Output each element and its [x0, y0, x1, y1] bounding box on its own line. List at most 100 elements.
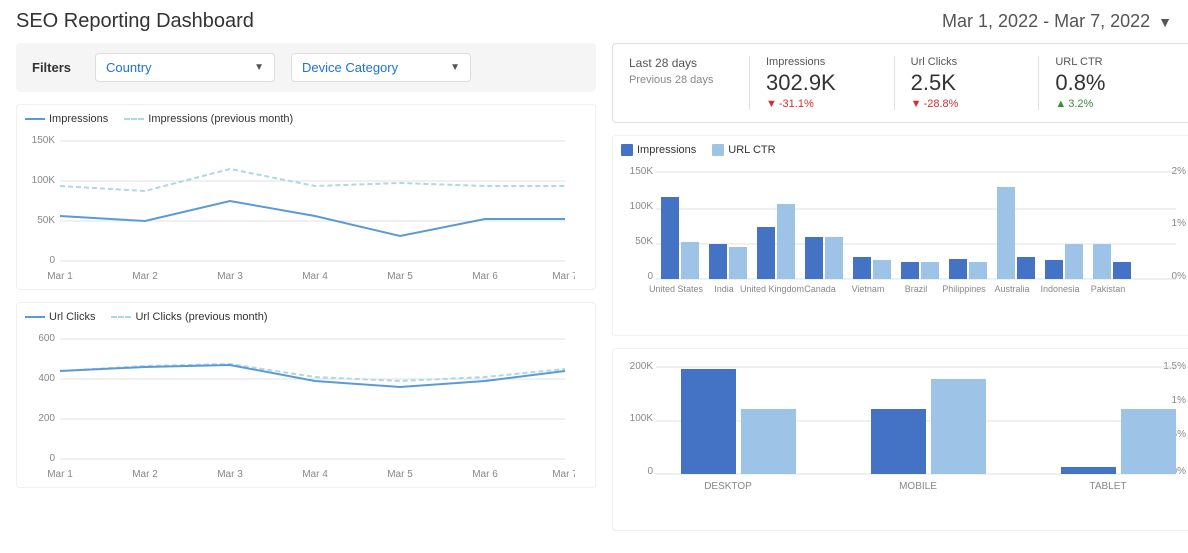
impressions-stat-change: -31.1% — [766, 98, 878, 110]
stat-impressions: Impressions 302.9K -31.1% — [749, 56, 894, 110]
svg-text:Canada: Canada — [804, 284, 836, 294]
page-title: SEO Reporting Dashboard — [16, 10, 254, 33]
impressions-line-icon — [25, 118, 45, 120]
stats-card: Last 28 days Previous 28 days Impression… — [612, 43, 1188, 123]
urlclicks-legend-label: Url Clicks — [49, 311, 95, 323]
main-content: Filters Country ▼ Device Category ▼ Impr… — [16, 43, 1172, 543]
svg-text:Mar 3: Mar 3 — [217, 271, 243, 281]
filters-section: Filters Country ▼ Device Category ▼ — [16, 43, 596, 92]
country-urlctr-legend: URL CTR — [712, 144, 775, 156]
urlclicks-legend: Url Clicks Url Clicks (previous month) — [25, 311, 587, 323]
svg-text:200: 200 — [38, 413, 55, 424]
impressions-prev-line-icon — [124, 118, 144, 120]
svg-text:Mar 3: Mar 3 — [217, 469, 243, 479]
svg-text:100K: 100K — [630, 413, 654, 424]
urlclicks-legend-item: Url Clicks — [25, 311, 95, 323]
impressions-stat-value: 302.9K — [766, 70, 878, 96]
right-panel: Last 28 days Previous 28 days Impression… — [612, 43, 1188, 543]
urlclicks-svg: 600 400 200 0 Mar 1 Mar 2 Mar 3 Mar 4 — [25, 329, 575, 479]
svg-text:United Kingdom: United Kingdom — [740, 284, 804, 294]
svg-text:0: 0 — [49, 255, 55, 266]
svg-text:0: 0 — [647, 466, 653, 477]
svg-text:Mar 2: Mar 2 — [132, 469, 158, 479]
country-urlctr-label: URL CTR — [728, 144, 775, 156]
svg-text:Philippines: Philippines — [942, 284, 986, 294]
impressions-down-arrow — [766, 98, 779, 110]
device-category-filter[interactable]: Device Category ▼ — [291, 53, 471, 82]
stats-period-sub: Previous 28 days — [629, 74, 749, 86]
urlclicks-chart: Url Clicks Url Clicks (previous month) 6… — [16, 302, 596, 488]
svg-text:50K: 50K — [635, 236, 653, 247]
svg-text:Indonesia: Indonesia — [1040, 284, 1079, 294]
impressions-legend: Impressions Impressions (previous month) — [25, 113, 587, 125]
svg-text:600: 600 — [38, 333, 55, 344]
stat-urlclicks: Url Clicks 2.5K -28.8% — [894, 56, 1039, 110]
impressions-chart: Impressions Impressions (previous month)… — [16, 104, 596, 290]
urlclicks-prev-legend-label: Url Clicks (previous month) — [135, 311, 267, 323]
svg-text:Pakistan: Pakistan — [1091, 284, 1126, 294]
urlclicks-stat-change: -28.8% — [911, 98, 1023, 110]
svg-text:1%: 1% — [1172, 218, 1187, 229]
impressions-legend-label: Impressions — [49, 113, 108, 125]
urlctr-stat-change: 3.2% — [1055, 98, 1167, 110]
svg-text:400: 400 — [38, 373, 55, 384]
svg-text:50K: 50K — [37, 215, 55, 226]
svg-text:150K: 150K — [32, 135, 56, 146]
svg-text:0%: 0% — [1172, 271, 1187, 282]
svg-text:Mar 6: Mar 6 — [472, 271, 498, 281]
svg-text:Mar 6: Mar 6 — [472, 469, 498, 479]
svg-text:United States: United States — [649, 284, 704, 294]
svg-text:Mar 4: Mar 4 — [302, 469, 328, 479]
urlctr-stat-value: 0.8% — [1055, 70, 1167, 96]
impressions-prev-legend-label: Impressions (previous month) — [148, 113, 293, 125]
impressions-legend-item: Impressions — [25, 113, 108, 125]
device-bar-svg: 200K 100K 0 1.5% 1% 0.5% 0% — [621, 357, 1188, 522]
svg-text:Mar 1: Mar 1 — [47, 271, 73, 281]
svg-text:Mar 2: Mar 2 — [132, 271, 158, 281]
svg-text:India: India — [714, 284, 734, 294]
svg-text:DESKTOP: DESKTOP — [704, 481, 752, 492]
urlclicks-stat-label: Url Clicks — [911, 56, 1023, 68]
impressions-prev-legend-item: Impressions (previous month) — [124, 113, 293, 125]
svg-text:Mar 1: Mar 1 — [47, 469, 73, 479]
svg-text:100K: 100K — [630, 201, 654, 212]
svg-text:Brazil: Brazil — [905, 284, 928, 294]
svg-text:1%: 1% — [1172, 395, 1187, 406]
urlclicks-prev-legend-item: Url Clicks (previous month) — [111, 311, 267, 323]
svg-text:0: 0 — [49, 453, 55, 464]
svg-text:MOBILE: MOBILE — [899, 481, 937, 492]
dashboard: SEO Reporting Dashboard Mar 1, 2022 - Ma… — [0, 0, 1188, 553]
urlclicks-down-arrow — [911, 98, 924, 110]
header: SEO Reporting Dashboard Mar 1, 2022 - Ma… — [16, 10, 1172, 33]
device-dropdown-arrow: ▼ — [450, 62, 460, 73]
urlclicks-prev-line-icon — [111, 316, 131, 318]
country-filter-value: Country — [106, 60, 152, 75]
country-dropdown-arrow: ▼ — [254, 62, 264, 73]
urlclicks-stat-value: 2.5K — [911, 70, 1023, 96]
country-impressions-label: Impressions — [637, 144, 696, 156]
urlclicks-line-icon — [25, 316, 45, 318]
svg-text:TABLET: TABLET — [1089, 481, 1126, 492]
svg-text:100K: 100K — [32, 175, 56, 186]
country-filter[interactable]: Country ▼ — [95, 53, 275, 82]
svg-text:Mar 7: Mar 7 — [552, 469, 575, 479]
svg-text:Vietnam: Vietnam — [852, 284, 885, 294]
country-impressions-legend: Impressions — [621, 144, 696, 156]
svg-text:Australia: Australia — [994, 284, 1029, 294]
svg-text:Mar 7: Mar 7 — [552, 271, 575, 281]
svg-text:150K: 150K — [630, 166, 654, 177]
impressions-bar-icon — [621, 144, 633, 156]
svg-text:200K: 200K — [630, 361, 654, 372]
filters-label: Filters — [32, 60, 71, 75]
urlctr-stat-label: URL CTR — [1055, 56, 1167, 68]
svg-text:Mar 5: Mar 5 — [387, 271, 413, 281]
date-chevron-icon[interactable]: ▼ — [1158, 14, 1172, 30]
device-filter-value: Device Category — [302, 60, 398, 75]
urlctr-bar-icon — [712, 144, 724, 156]
date-range: Mar 1, 2022 - Mar 7, 2022 — [942, 11, 1150, 32]
impressions-svg: 150K 100K 50K 0 Mar 1 Mar 2 Ma — [25, 131, 575, 281]
urlctr-up-arrow — [1055, 98, 1068, 110]
svg-text:0: 0 — [647, 271, 653, 282]
stats-period: Last 28 days Previous 28 days — [629, 56, 749, 86]
svg-text:Mar 5: Mar 5 — [387, 469, 413, 479]
